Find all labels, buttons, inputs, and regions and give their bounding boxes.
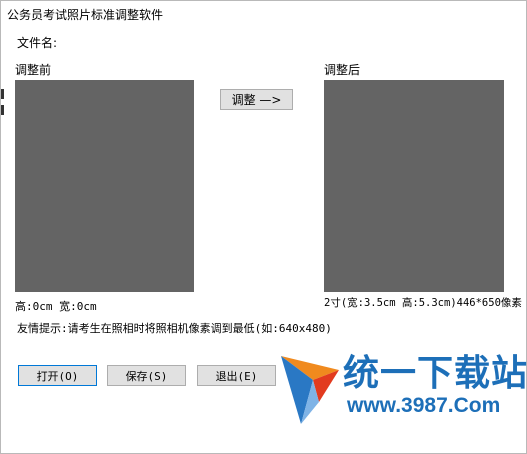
save-button[interactable]: 保存(S): [107, 365, 186, 386]
watermark-arrow-icon: [281, 356, 339, 424]
window-title: 公务员考试照片标准调整软件: [7, 8, 164, 22]
save-button-label: 保存(S): [125, 369, 168, 383]
edge-fragment: [1, 105, 4, 115]
open-button-label: 打开(O): [36, 369, 79, 383]
watermark-logo: 统一下载站 www.3987.Com: [279, 338, 527, 448]
after-photo-area: [324, 80, 504, 292]
watermark-brand: 统一下载站: [343, 353, 527, 394]
title-bar[interactable]: 公务员考试照片标准调整软件: [1, 1, 526, 25]
after-label: 调整后: [324, 63, 361, 77]
before-photo-area: [15, 80, 194, 292]
tip-text: 友情提示:请考生在照相时将照相机像素调到最低(如:640x480): [17, 322, 332, 335]
after-size-info: 2寸(宽:3.5cm 高:5.3cm)446*650像素: [324, 297, 522, 309]
app-window: 公务员考试照片标准调整软件 文件名: 调整前 高:0cm 宽:0cm 调整 —>…: [0, 0, 527, 454]
watermark-site: www.3987.Com: [347, 394, 501, 417]
before-size-info: 高:0cm 宽:0cm: [15, 300, 97, 313]
file-name-label: 文件名:: [17, 36, 58, 50]
adjust-button-label: 调整 —>: [231, 93, 282, 107]
exit-button-label: 退出(E): [215, 369, 258, 383]
adjust-button[interactable]: 调整 —>: [220, 89, 293, 110]
edge-fragment: [1, 89, 4, 99]
open-button[interactable]: 打开(O): [18, 365, 97, 386]
exit-button[interactable]: 退出(E): [197, 365, 276, 386]
before-label: 调整前: [15, 63, 52, 77]
